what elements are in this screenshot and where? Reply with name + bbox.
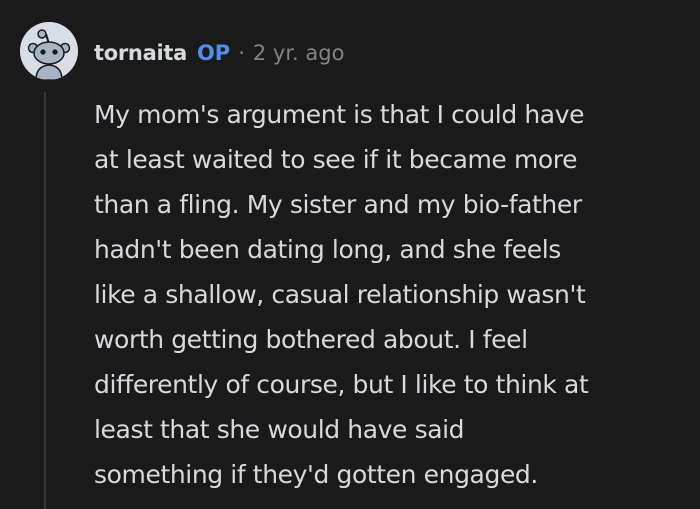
comment-body: My mom's argument is that I could have a… (94, 92, 684, 497)
comment-body-line: something if they'd gotten engaged. (94, 460, 538, 489)
comment-meta: tornaita OP · 2 yr. ago (94, 36, 344, 70)
reddit-snoo-avatar-icon (20, 22, 78, 80)
comment-body-line: least that she would have said (94, 415, 465, 444)
comment-body-line: at least waited to see if it became more (94, 145, 578, 174)
comment-body-line: My mom's argument is that I could have (94, 100, 585, 129)
meta-separator: · (238, 41, 245, 65)
thread-line[interactable] (44, 92, 46, 509)
avatar[interactable] (20, 22, 78, 80)
author-username[interactable]: tornaita (94, 41, 187, 65)
comment-body-line: hadn't been dating long, and she feels (94, 235, 561, 264)
comment: tornaita OP · 2 yr. ago My mom's argumen… (0, 0, 700, 509)
op-badge: OP (196, 41, 231, 65)
comment-body-line: differently of course, but I like to thi… (94, 370, 589, 399)
comment-body-line: worth getting bothered about. I feel (94, 325, 528, 354)
comment-timestamp[interactable]: 2 yr. ago (253, 41, 345, 65)
comment-body-line: than a fling. My sister and my bio-fathe… (94, 190, 582, 219)
comment-body-line: like a shallow, casual relationship wasn… (94, 280, 586, 309)
